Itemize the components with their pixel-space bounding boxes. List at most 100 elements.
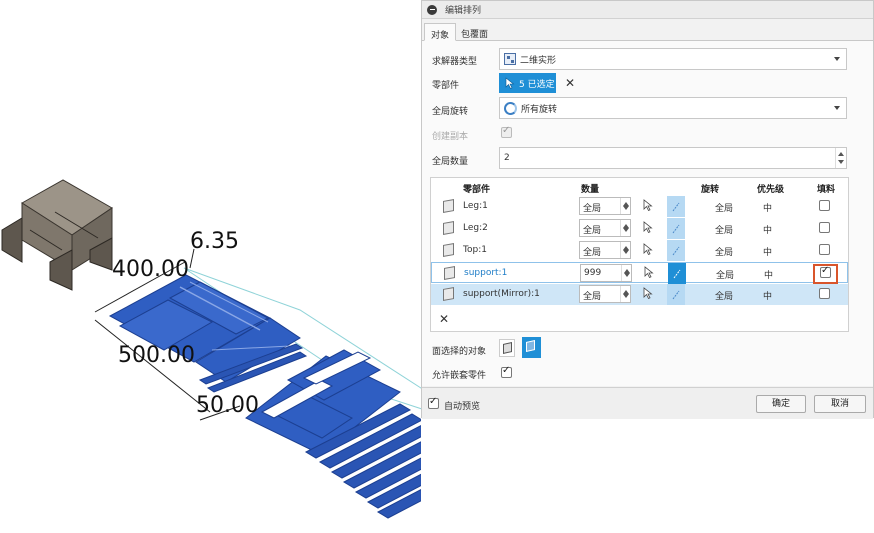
parts-label: 零部件 [432,81,460,91]
quantity-stepper[interactable] [620,242,630,258]
body-select-button[interactable] [522,337,541,358]
dialog-titlebar: 编辑排列 [422,1,873,19]
face-selection-label: 面选择的对象 [432,347,487,357]
edit-arrangement-dialog: 编辑排列 对象 包覆面 求解器类型 二维实形 零部件 5 已选定 ✕ 全局旋转 … [421,0,874,419]
dialog-content: 求解器类型 二维实形 零部件 5 已选定 ✕ 全局旋转 所有旋转 创建副本 全局… [422,41,873,386]
table-row[interactable]: support(Mirror):1 全局 全局 中 [431,284,848,305]
ok-button[interactable]: 确定 [756,395,806,413]
create-copy-checkbox [501,125,512,138]
cursor-arrow-icon [505,77,515,89]
cursor-arrow-icon[interactable] [643,221,653,234]
nested-parts [108,274,482,519]
dialog-tabs: 对象 包覆面 [422,21,873,41]
link-toggle[interactable] [667,218,685,239]
face-select-button[interactable] [499,339,515,357]
solver-type-value: 二维实形 [520,55,557,66]
assembled-model [1,179,113,291]
part-name: Leg:2 [463,223,488,233]
link-toggle[interactable] [668,263,686,284]
part-rotation: 全局 [715,248,734,258]
link-icon [672,202,680,211]
collapse-icon[interactable] [427,4,437,15]
table-row[interactable]: Leg:2 全局 全局 中 [431,218,848,239]
part-quantity-value: 999 [584,268,602,278]
link-toggle[interactable] [667,284,685,305]
global-quantity-value: 2 [504,153,510,163]
fill-checkbox[interactable] [819,200,830,211]
table-row[interactable]: Leg:1 全局 全局 中 [431,196,848,217]
dim-width: 400.00 [112,257,189,282]
cursor-arrow-icon[interactable] [644,266,654,279]
component-icon [443,287,454,301]
part-rotation: 全局 [715,292,734,302]
table-row[interactable]: support:1 999 全局 中 [431,262,848,284]
part-name: Leg:1 [463,201,488,211]
link-toggle[interactable] [667,196,685,217]
fill-checkbox[interactable] [819,288,830,299]
dim-length: 500.00 [118,343,195,368]
parts-selection-count: 5 已选定 [519,79,555,90]
quantity-stepper[interactable] [620,220,630,236]
auto-preview-checkbox[interactable] [428,396,439,409]
part-priority: 中 [764,271,774,281]
part-quantity-input[interactable]: 999 [580,264,632,282]
auto-preview-label: 自动预览 [444,402,481,412]
allow-nesting-label: 允许嵌套零件 [432,371,487,381]
component-icon [443,199,454,213]
part-quantity-input[interactable]: 全局 [579,241,631,259]
dim-thickness: 6.35 [190,229,239,254]
part-quantity-input[interactable]: 全局 [579,285,631,303]
quantity-stepper[interactable] [835,148,846,168]
part-name: support(Mirror):1 [463,289,540,299]
chevron-down-icon [834,106,840,110]
global-quantity-input[interactable]: 2 [499,147,847,169]
chevron-down-icon [834,57,840,61]
col-header-quantity: 数量 [581,185,600,195]
link-icon [672,224,680,233]
part-rotation: 全局 [716,271,735,281]
part-quantity-input[interactable]: 全局 [579,197,631,215]
fill-checkbox[interactable] [819,244,830,255]
tab-objects[interactable]: 对象 [424,23,457,41]
link-icon [672,246,680,255]
dialog-footer: 自动预览 确定 取消 [422,387,873,419]
global-rotation-label: 全局旋转 [432,107,469,117]
quantity-stepper[interactable] [620,198,630,214]
global-rotation-value: 所有旋转 [521,104,558,115]
cursor-arrow-icon[interactable] [643,199,653,212]
fill-highlight-box [813,264,838,284]
solver-type-dropdown[interactable]: 二维实形 [499,48,847,70]
dim-spacing: 50.00 [196,393,259,418]
fill-checkbox[interactable] [819,222,830,233]
remove-part-icon[interactable]: ✕ [439,312,449,326]
part-name: Top:1 [463,245,487,255]
cube-icon [503,342,512,354]
clear-selection-icon[interactable]: ✕ [565,76,575,90]
parts-table: 零部件 数量 旋转 优先级 填料 Leg:1 全局 全局 中 Leg:2 全局 [430,177,849,332]
cursor-arrow-icon[interactable] [643,287,653,300]
part-quantity-input[interactable]: 全局 [579,219,631,237]
part-priority: 中 [763,292,773,302]
dialog-title: 编辑排列 [445,6,482,16]
link-toggle[interactable] [667,240,685,261]
nesting-preview-drawing: 6.35 400.00 500.00 50.00 [1,179,487,519]
allow-nesting-checkbox[interactable] [501,365,512,378]
component-icon [443,221,454,235]
part-priority: 中 [763,226,773,236]
cursor-arrow-icon[interactable] [643,243,653,256]
tab-envelope[interactable]: 包覆面 [455,23,494,41]
part-name: support:1 [464,268,508,278]
part-quantity-value: 全局 [583,226,602,236]
col-header-part: 零部件 [463,185,491,195]
quantity-stepper[interactable] [620,286,630,302]
part-quantity-value: 全局 [583,292,602,302]
quantity-stepper[interactable] [621,265,631,281]
component-icon [444,266,455,280]
global-rotation-dropdown[interactable]: 所有旋转 [499,97,847,119]
parts-selection-button[interactable]: 5 已选定 [499,73,556,93]
table-row[interactable]: Top:1 全局 全局 中 [431,240,848,261]
part-quantity-value: 全局 [583,204,602,214]
cancel-button[interactable]: 取消 [814,395,866,413]
col-header-fill: 填料 [817,185,836,195]
part-rotation: 全局 [715,204,734,214]
